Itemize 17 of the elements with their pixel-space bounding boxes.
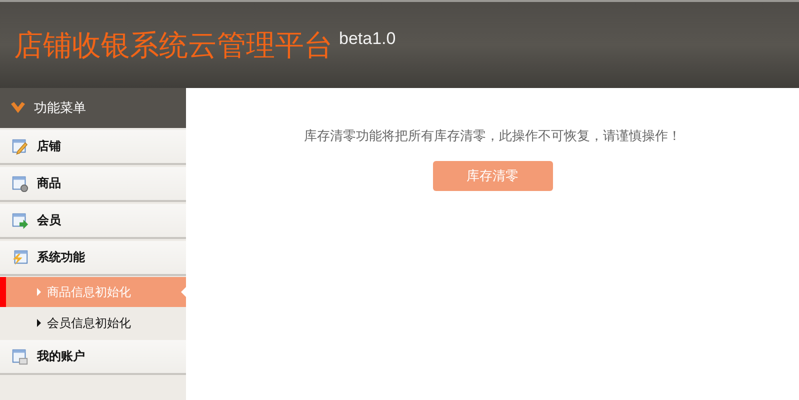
arrow-document-icon	[11, 212, 29, 230]
app-title: 店铺收银系统云管理平台	[14, 29, 333, 64]
chevron-icon	[10, 101, 26, 115]
pencil-document-icon	[11, 138, 29, 156]
sidebar-item[interactable]: 系统功能	[0, 241, 186, 276]
sidebar-item[interactable]: 我的账户	[0, 340, 186, 375]
menu-title: 功能菜单	[34, 99, 86, 117]
submenu-item[interactable]: 会员信息初始化	[0, 308, 186, 338]
sidebar-item[interactable]: 店铺	[0, 130, 186, 165]
document-card-icon	[11, 348, 29, 366]
triangle-icon	[37, 288, 41, 296]
version-label: beta1.0	[339, 29, 396, 49]
lightning-document-icon	[11, 248, 29, 266]
sidebar-item[interactable]: 商品	[0, 167, 186, 202]
warning-message: 库存清零功能将把所有库存清零，此操作不可恢复，请谨慎操作！	[304, 128, 681, 144]
triangle-icon	[37, 319, 41, 327]
sidebar-item[interactable]: 会员	[0, 204, 186, 239]
